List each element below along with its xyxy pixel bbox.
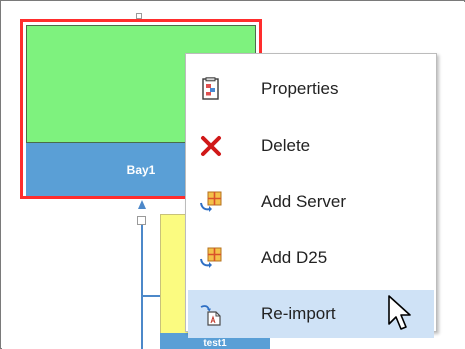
mouse-cursor-icon bbox=[388, 295, 411, 330]
child-node-label: test1 bbox=[203, 338, 227, 349]
menu-item-label: Delete bbox=[261, 136, 311, 155]
window-frame: Bay1 test1 Properties Delete Add Server … bbox=[0, 0, 465, 349]
connection-branch bbox=[141, 295, 160, 297]
context-menu: Properties Delete Add Server Add D25 Re-… bbox=[185, 53, 437, 338]
menu-item-label: Properties bbox=[261, 79, 339, 98]
reimport-icon bbox=[200, 305, 221, 326]
menu-item-label: Add Server bbox=[261, 192, 347, 211]
diagram-canvas[interactable]: Bay1 test1 Properties Delete Add Server … bbox=[2, 2, 465, 349]
add-d25-icon bbox=[200, 247, 222, 268]
menu-item-delete[interactable]: Delete bbox=[188, 122, 434, 170]
menu-item-properties[interactable]: Properties bbox=[188, 65, 434, 113]
connection-line bbox=[141, 225, 143, 349]
delete-icon bbox=[201, 136, 221, 156]
properties-icon bbox=[202, 77, 219, 100]
menu-item-add-server[interactable]: Add Server bbox=[188, 178, 434, 226]
menu-item-label: Re-import bbox=[261, 304, 336, 323]
connection-arrow bbox=[138, 200, 146, 209]
add-server-icon bbox=[200, 191, 222, 212]
bay-label: Bay1 bbox=[126, 162, 156, 177]
menu-item-add-d25[interactable]: Add D25 bbox=[188, 234, 434, 282]
connection-handle[interactable] bbox=[137, 216, 146, 225]
menu-item-label: Add D25 bbox=[261, 248, 328, 267]
